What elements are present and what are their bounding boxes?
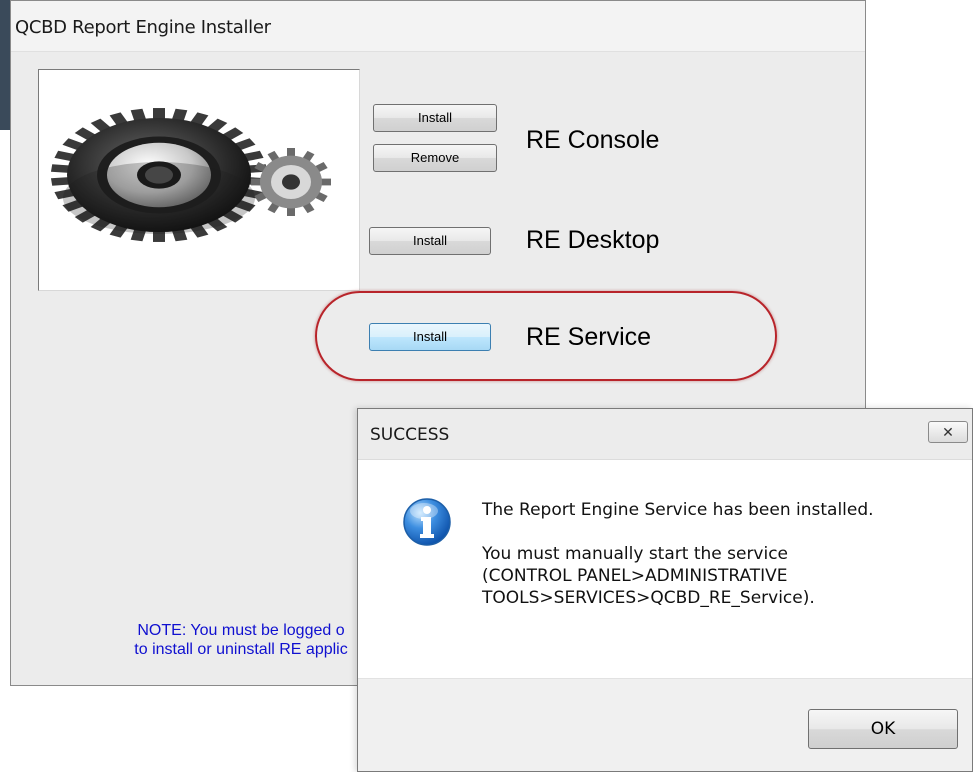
note-line-1: NOTE: You must be logged o	[137, 622, 345, 639]
install-console-button[interactable]: Install	[373, 104, 497, 132]
note-line-2: to install or uninstall RE applic	[134, 641, 348, 658]
message-line-3: (CONTROL PANEL>ADMINISTRATIVE	[482, 566, 788, 586]
admin-note: NOTE: You must be logged o to install or…	[91, 621, 391, 659]
gear-image-frame	[38, 69, 360, 291]
re-desktop-label: RE Desktop	[526, 226, 660, 254]
install-desktop-button[interactable]: Install	[369, 227, 491, 255]
re-service-label: RE Service	[526, 323, 652, 351]
success-dialog: SUCCESS ✕ The Report Engine Service has …	[357, 408, 973, 772]
install-service-button[interactable]: Install	[369, 323, 491, 351]
remove-console-button[interactable]: Remove	[373, 144, 497, 172]
installer-titlebar: QCBD Report Engine Installer	[11, 1, 865, 52]
message-line-2: You must manually start the service	[482, 544, 789, 564]
close-icon: ✕	[942, 424, 954, 440]
info-icon	[403, 498, 451, 546]
re-console-label: RE Console	[526, 126, 660, 154]
ok-button[interactable]: OK	[808, 709, 958, 749]
message-line-4: TOOLS>SERVICES>QCBD_RE_Service).	[482, 588, 815, 608]
dialog-title: SUCCESS	[370, 425, 450, 445]
background-window-edge	[0, 0, 10, 130]
dialog-titlebar[interactable]: SUCCESS ✕	[358, 409, 972, 460]
gears-image	[50, 108, 331, 242]
message-line-1: The Report Engine Service has been insta…	[482, 500, 874, 520]
close-button[interactable]: ✕	[928, 421, 968, 443]
window-title: QCBD Report Engine Installer	[15, 17, 271, 38]
